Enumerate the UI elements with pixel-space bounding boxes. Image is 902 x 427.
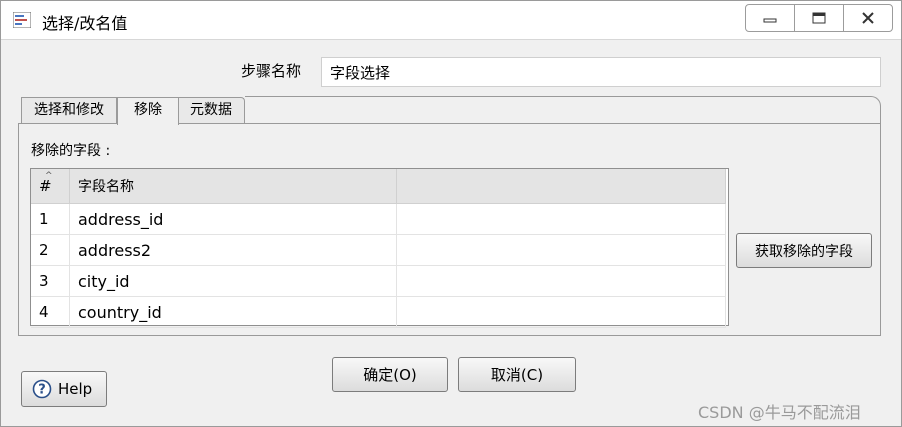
- field-name-cell[interactable]: country_id: [69, 296, 397, 328]
- step-name-label: 步骤名称: [241, 62, 302, 80]
- tab-select-modify[interactable]: 选择和修改: [21, 97, 117, 124]
- close-icon: [862, 12, 874, 24]
- tab-strip-edge: [245, 96, 881, 124]
- column-header-empty[interactable]: [396, 169, 726, 204]
- row-number: 1: [31, 203, 70, 235]
- step-name-input[interactable]: [321, 57, 881, 87]
- column-header-field-name[interactable]: 字段名称: [69, 169, 397, 204]
- watermark-text: CSDN @牛马不配流泪: [698, 403, 861, 422]
- tab-remove[interactable]: 移除: [117, 97, 179, 125]
- table-row[interactable]: 4 country_id: [31, 296, 726, 328]
- ok-button[interactable]: 确定(O): [332, 357, 448, 392]
- removed-fields-label: 移除的字段 :: [31, 143, 111, 159]
- removed-fields-table: ^ # 字段名称 1 address_id 2 address2 3 city_…: [30, 168, 729, 328]
- app-dialog-icon: [13, 12, 31, 28]
- close-button[interactable]: [843, 5, 892, 31]
- help-button[interactable]: ? Help: [21, 371, 107, 407]
- dialog-window: 选择/改名值 步骤名称 选择和修改 移除 元数据: [0, 0, 902, 427]
- minimize-button[interactable]: [746, 5, 794, 31]
- help-button-label: Help: [58, 380, 93, 398]
- table-row[interactable]: 2 address2: [31, 234, 726, 266]
- row-number: 4: [31, 296, 70, 328]
- empty-cell[interactable]: [396, 296, 726, 328]
- cancel-button[interactable]: 取消(C): [458, 357, 576, 392]
- minimize-icon: [763, 18, 777, 23]
- svg-text:?: ?: [38, 383, 46, 398]
- field-name-cell[interactable]: address2: [69, 234, 397, 266]
- maximize-icon: [812, 12, 826, 24]
- field-name-cell[interactable]: city_id: [69, 265, 397, 297]
- column-header-number[interactable]: ^ #: [31, 169, 70, 204]
- field-name-cell[interactable]: address_id: [69, 203, 397, 235]
- window-title: 选择/改名值: [42, 14, 128, 33]
- sort-caret-icon: ^: [45, 171, 53, 181]
- empty-cell[interactable]: [396, 265, 726, 297]
- empty-cell[interactable]: [396, 234, 726, 266]
- row-number: 2: [31, 234, 70, 266]
- row-number: 3: [31, 265, 70, 297]
- title-bar[interactable]: 选择/改名值: [1, 1, 901, 40]
- table-header-row: ^ # 字段名称: [31, 169, 726, 204]
- tab-metadata[interactable]: 元数据: [177, 97, 245, 124]
- window-controls: [745, 4, 893, 32]
- empty-cell[interactable]: [396, 203, 726, 235]
- get-removed-fields-button[interactable]: 获取移除的字段: [736, 233, 872, 268]
- maximize-button[interactable]: [794, 5, 843, 31]
- table-row[interactable]: 1 address_id: [31, 203, 726, 235]
- help-question-icon: ?: [32, 379, 52, 399]
- table-row[interactable]: 3 city_id: [31, 265, 726, 297]
